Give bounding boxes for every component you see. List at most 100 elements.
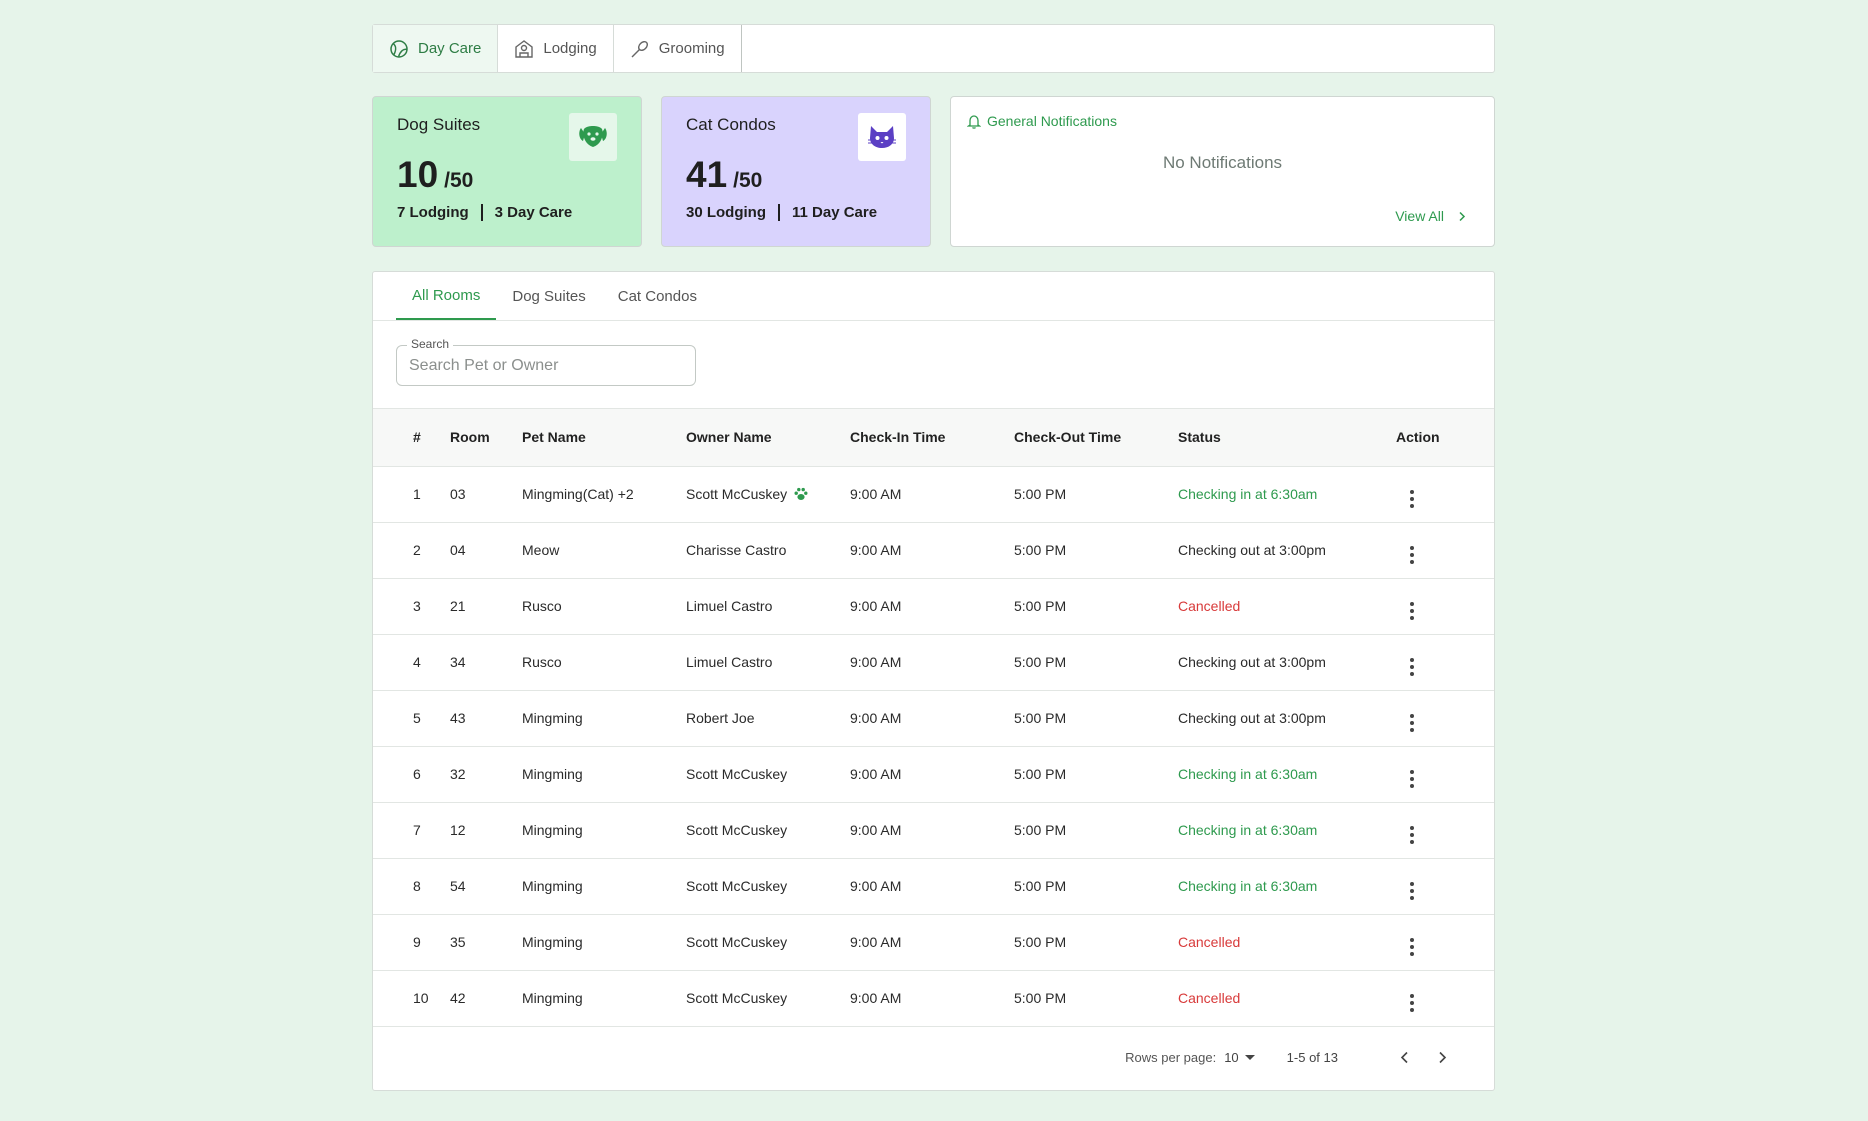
bell-icon bbox=[967, 114, 981, 129]
cell-room: 04 bbox=[450, 542, 466, 558]
cell-check-in: 9:00 AM bbox=[850, 878, 902, 894]
cell-owner: Scott McCuskey bbox=[686, 858, 850, 914]
table-row[interactable]: 3 21 Rusco Limuel Castro 9:00 AM 5:00 PM Cance… bbox=[373, 578, 1494, 634]
cat-condos-count: 41 bbox=[686, 154, 728, 195]
service-tab-bar: Day Care Lodging Grooming bbox=[372, 24, 1495, 73]
paw-icon bbox=[793, 486, 809, 502]
table-row[interactable]: 7 12 Mingming Scott McCuskey 9:00 AM 5:00 PM C… bbox=[373, 802, 1494, 858]
column-header-owner-name[interactable]: Owner Name bbox=[686, 409, 850, 467]
tab-grooming[interactable]: Grooming bbox=[614, 25, 742, 72]
tab-all-rooms[interactable]: All Rooms bbox=[396, 272, 497, 320]
brush-icon bbox=[631, 40, 648, 57]
more-options-icon[interactable] bbox=[1402, 657, 1422, 676]
cell-owner-name: Scott McCuskey bbox=[686, 766, 788, 782]
cell-action bbox=[1383, 970, 1494, 1026]
more-options-icon[interactable] bbox=[1402, 937, 1422, 956]
more-options-icon[interactable] bbox=[1402, 825, 1422, 844]
cell-number: 2 bbox=[413, 542, 421, 558]
tab-grooming-label: Grooming bbox=[658, 40, 725, 57]
cell-owner-name: Charisse Castro bbox=[686, 542, 787, 558]
tab-dog-suites[interactable]: Dog Suites bbox=[496, 272, 601, 320]
more-options-icon[interactable] bbox=[1402, 769, 1422, 788]
more-options-icon[interactable] bbox=[1402, 993, 1422, 1012]
more-options-icon[interactable] bbox=[1402, 881, 1422, 900]
cell-number: 1 bbox=[413, 486, 421, 502]
table-body: 1 03 Mingming(Cat) +2 Scott McCuskey 9:00 AM… bbox=[373, 466, 1494, 1026]
more-options-icon[interactable] bbox=[1402, 545, 1422, 564]
table-row[interactable]: 9 35 Mingming Scott McCuskey 9:00 AM 5:00 PM C… bbox=[373, 914, 1494, 970]
cell-owner-name: Limuel Castro bbox=[686, 654, 773, 670]
cell-check-out: 5:00 PM bbox=[1014, 934, 1067, 950]
cell-owner-name: Scott McCuskey bbox=[686, 990, 788, 1006]
table-row[interactable]: 5 43 Mingming Robert Joe 9:00 AM 5:00 PM Check… bbox=[373, 690, 1494, 746]
notifications-empty-text: No Notifications bbox=[1162, 153, 1283, 172]
rooms-panel: All Rooms Dog Suites Cat Condos Search #… bbox=[372, 271, 1495, 1091]
cell-owner-name: Scott McCuskey bbox=[686, 486, 788, 502]
cell-check-out: 5:00 PM bbox=[1014, 990, 1067, 1006]
tab-lodging[interactable]: Lodging bbox=[498, 25, 614, 72]
cell-room: 54 bbox=[450, 878, 466, 894]
notifications-title: General Notifications bbox=[987, 113, 1117, 129]
tab-cat-condos[interactable]: Cat Condos bbox=[602, 272, 713, 320]
column-header-number[interactable]: # bbox=[373, 409, 450, 467]
caret-down-icon bbox=[1244, 1054, 1255, 1060]
cat-lodging-count: 30 Lodging bbox=[686, 204, 766, 221]
column-header-check-in[interactable]: Check-In Time bbox=[850, 409, 1014, 467]
previous-page-button[interactable] bbox=[1390, 1043, 1418, 1071]
rows-per-page-select[interactable]: 10 bbox=[1224, 1049, 1255, 1065]
page-range: 1-5 of 13 bbox=[1286, 1049, 1338, 1065]
cat-condos-card[interactable]: Cat Condos 41 /50 30 Lodging 11 Day Care bbox=[661, 96, 931, 247]
more-options-icon[interactable] bbox=[1402, 713, 1422, 732]
dog-suites-card[interactable]: Dog Suites 10 /50 7 Lodging 3 Day Care bbox=[372, 96, 642, 247]
column-header-check-out[interactable]: Check-Out Time bbox=[1014, 409, 1178, 467]
tennis-ball-icon bbox=[390, 39, 408, 58]
cell-number: 8 bbox=[413, 878, 421, 894]
cell-check-out: 5:00 PM bbox=[1014, 598, 1067, 614]
search-input[interactable] bbox=[397, 346, 695, 385]
cell-number: 3 bbox=[413, 598, 421, 614]
cat-daycare-count: 11 Day Care bbox=[792, 204, 878, 221]
summary-cards: Dog Suites 10 /50 7 Lodging 3 Day Care C… bbox=[372, 96, 1495, 247]
cell-owner: Scott McCuskey bbox=[686, 466, 850, 522]
cell-status: Cancelled bbox=[1178, 598, 1241, 614]
cell-pet-name: Mingming(Cat) +2 bbox=[522, 486, 634, 502]
search-label: Search bbox=[407, 337, 454, 351]
table-row[interactable]: 2 04 Meow Charisse Castro 9:00 AM 5:00 PM Chec… bbox=[373, 522, 1494, 578]
cell-status: Cancelled bbox=[1178, 934, 1241, 950]
tab-day-care-label: Day Care bbox=[418, 40, 482, 57]
cell-check-out: 5:00 PM bbox=[1014, 878, 1067, 894]
view-all-link[interactable]: View All bbox=[1395, 208, 1466, 224]
table-row[interactable]: 1 03 Mingming(Cat) +2 Scott McCuskey 9:00 AM… bbox=[373, 466, 1494, 522]
cell-action bbox=[1383, 578, 1494, 634]
table-row[interactable]: 6 32 Mingming Scott McCuskey 9:00 AM 5:00 PM C… bbox=[373, 746, 1494, 802]
table-row[interactable]: 10 42 Mingming Scott McCuskey 9:00 AM 5:00 PM… bbox=[373, 970, 1494, 1026]
more-options-icon[interactable] bbox=[1402, 601, 1422, 620]
cell-check-in: 9:00 AM bbox=[850, 542, 902, 558]
column-header-pet-name[interactable]: Pet Name bbox=[522, 409, 686, 467]
cell-status: Checking in at 6:30am bbox=[1178, 822, 1318, 838]
cell-owner: Scott McCuskey bbox=[686, 970, 850, 1026]
column-header-action: Action bbox=[1383, 409, 1494, 467]
cell-status: Checking out at 3:00pm bbox=[1178, 710, 1326, 726]
tab-lodging-label: Lodging bbox=[543, 40, 597, 57]
cell-pet-name: Rusco bbox=[522, 654, 562, 670]
chevron-left-icon bbox=[1400, 1051, 1408, 1063]
dog-suites-count: 10 bbox=[397, 154, 439, 195]
view-all-label: View All bbox=[1395, 208, 1444, 224]
cell-owner-name: Scott McCuskey bbox=[686, 822, 788, 838]
kennel-icon bbox=[515, 39, 534, 58]
cell-check-in: 9:00 AM bbox=[850, 486, 902, 502]
table-row[interactable]: 4 34 Rusco Limuel Castro 9:00 AM 5:00 PM Check… bbox=[373, 634, 1494, 690]
column-header-status[interactable]: Status bbox=[1178, 409, 1383, 467]
dog-daycare-count: 3 Day Care bbox=[494, 204, 573, 221]
tab-day-care[interactable]: Day Care bbox=[373, 25, 499, 72]
table-row[interactable]: 8 54 Mingming Scott McCuskey 9:00 AM 5:00 PM C… bbox=[373, 858, 1494, 914]
rows-per-page-value: 10 bbox=[1224, 1049, 1239, 1065]
cell-room: 43 bbox=[450, 710, 466, 726]
more-options-icon[interactable] bbox=[1402, 489, 1422, 508]
column-header-room[interactable]: Room bbox=[450, 409, 522, 467]
cell-number: 10 bbox=[413, 990, 429, 1006]
cell-check-in: 9:00 AM bbox=[850, 710, 902, 726]
rows-per-page-label: Rows per page: bbox=[1125, 1049, 1217, 1065]
next-page-button[interactable] bbox=[1428, 1043, 1456, 1071]
